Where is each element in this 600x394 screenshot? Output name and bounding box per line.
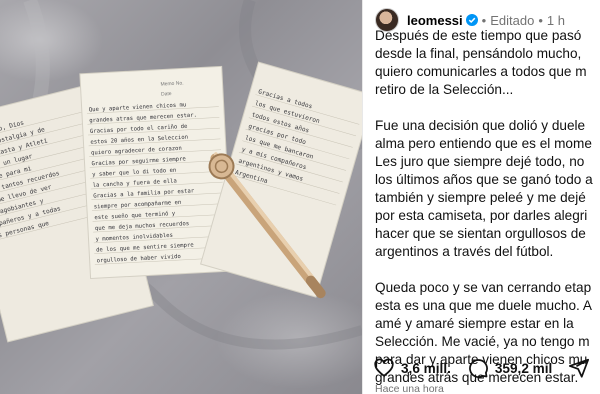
heart-icon [374, 358, 394, 377]
comment-button[interactable]: 359,2 mil [467, 357, 552, 379]
comment-count: 359,2 mil [494, 360, 553, 376]
action-bar: 3,6 mill. 359,2 mil [373, 357, 600, 379]
memo-header: Memo No. [160, 80, 183, 87]
post-timestamp: Hace una hora [375, 383, 444, 394]
caption-paragraph: Fue una decisión que dolió y duele alma … [375, 118, 593, 259]
notes-and-pen-illustration: Q esfuerzo, DiosSin la nostalgia y dea s… [0, 0, 362, 350]
share-button[interactable] [568, 357, 596, 379]
post-age: 1 h [546, 12, 565, 28]
post-caption: Después de este tiempo que pasó desde la… [375, 27, 600, 394]
caption-paragraph: Después de este tiempo que pasó desde la… [375, 28, 587, 97]
share-icon [569, 358, 590, 378]
edited-label: Editado [490, 12, 535, 28]
post-photo[interactable]: Q esfuerzo, DiosSin la nostalgia y dea s… [0, 0, 362, 394]
verified-badge-icon [465, 14, 478, 26]
post-panel: leomessi • Editado • 1 h Después de este… [362, 0, 600, 394]
separator-dot: • [481, 12, 487, 28]
right-note-page: Gracias a todoslos que estuvierontodos e… [200, 61, 362, 298]
like-button[interactable]: 3,6 mill. [373, 357, 451, 379]
like-count: 3,6 mill. [401, 360, 451, 376]
username[interactable]: leomessi [407, 13, 463, 28]
separator-dot: • [538, 12, 543, 28]
date-header: Date [161, 91, 172, 98]
comment-icon [469, 359, 488, 378]
